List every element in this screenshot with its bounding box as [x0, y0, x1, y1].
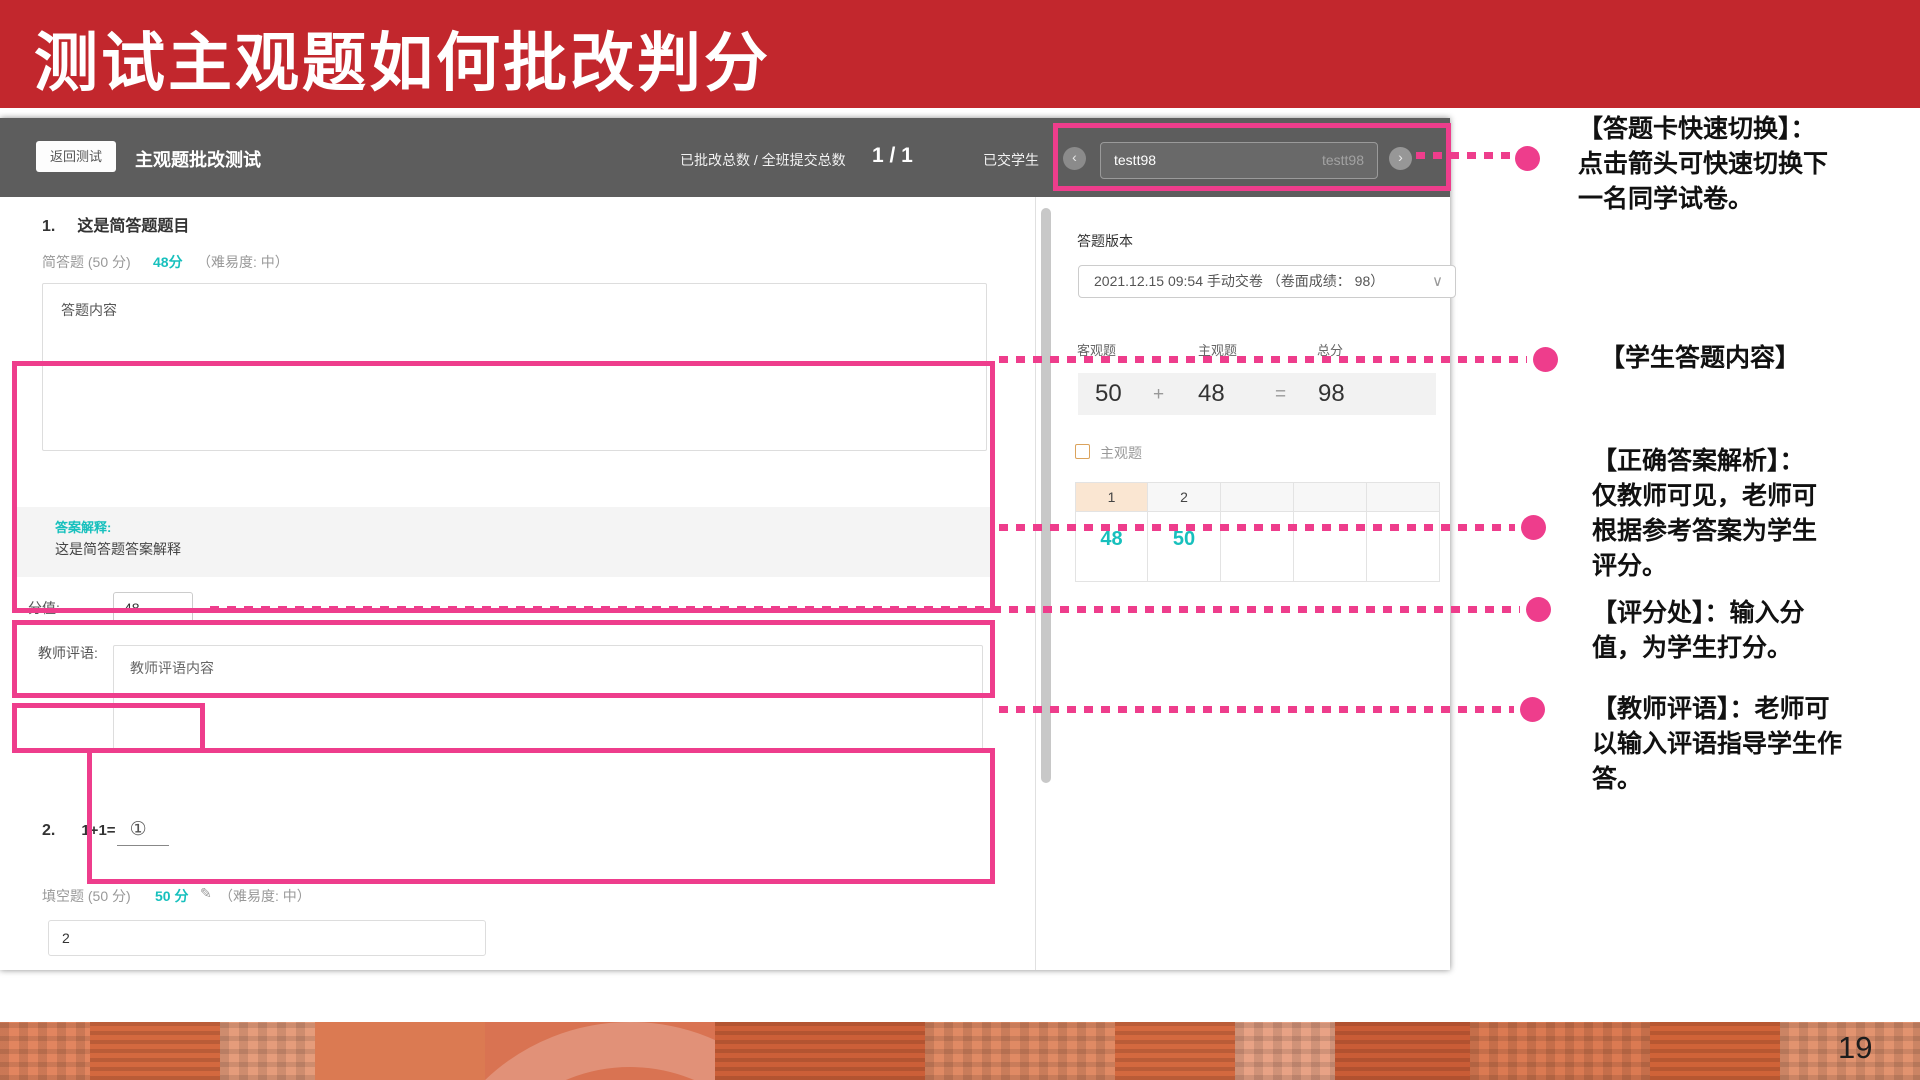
annotation-connector [1416, 152, 1512, 159]
annotation-connector [999, 706, 1514, 713]
building-shape [925, 1022, 1115, 1080]
table-header-cell [1367, 482, 1440, 512]
annotation-connector [210, 606, 1520, 613]
building-shape [1650, 1022, 1780, 1080]
question2-difficulty-label: （难易度: 中） [219, 886, 311, 906]
question1-heading: 1. 这是简答题题目 [42, 212, 189, 236]
equals-sign: = [1275, 384, 1286, 406]
slide-title: 测试主观题如何批改判分 [34, 12, 771, 104]
app-screenshot: 返回测试 主观题批改测试 已批改总数 / 全班提交总数 1 / 1 已交学生 ‹… [0, 118, 1450, 970]
blank-number-icon: ① [130, 819, 147, 840]
annotation-dot [1515, 146, 1540, 171]
table-score-cell [1367, 512, 1440, 582]
objective-score: 50 [1095, 380, 1122, 408]
subjective-checkbox[interactable] [1075, 444, 1090, 459]
question1-number: 1. [42, 218, 55, 235]
question2-answer-input [48, 920, 486, 956]
page-number: 19 [1838, 1030, 1872, 1066]
chevron-right-icon: › [1398, 149, 1403, 165]
question1-score-label: 48分 [153, 252, 183, 272]
panel-divider [1035, 197, 1036, 970]
student-name-ghost: testt98 [1322, 152, 1364, 168]
student-select-field[interactable]: testt98 testt98 [1100, 142, 1378, 179]
annotation-dot [1520, 697, 1545, 722]
question2-number: 2. [42, 822, 55, 839]
question2-score-label: 50 分 [155, 886, 188, 906]
back-to-test-button[interactable]: 返回测试 [36, 141, 116, 172]
table-score-cell [1294, 512, 1367, 582]
annotation-student-answer: 【学生答题内容】 [1600, 341, 1920, 376]
total-score: 98 [1318, 380, 1345, 408]
building-shape [1335, 1022, 1470, 1080]
question2-heading: 2. 1+1= ① [42, 818, 147, 841]
teacher-comment-textarea[interactable]: 教师评语内容 [113, 645, 983, 753]
score-summary-band: 50 + 48 = 98 [1078, 373, 1436, 415]
graded-stats-label: 已批改总数 / 全班提交总数 [680, 150, 846, 170]
answer-version-value: 2021.12.15 09:54 手动交卷 （卷面成绩： 98） [1094, 273, 1384, 289]
slide: 测试主观题如何批改判分 返回测试 主观题批改测试 已批改总数 / 全班提交总数 … [0, 0, 1920, 1080]
arc-shape [420, 1022, 750, 1080]
answer-explanation-text: 这是简答题答案解释 [55, 539, 181, 559]
score-input[interactable] [113, 592, 193, 624]
annotation-teacher-comment: 【教师评语】：老师可 以输入评语指导学生作 答。 [1592, 692, 1920, 797]
answer-version-label: 答题版本 [1077, 231, 1133, 251]
table-score-cell: 50 [1148, 512, 1221, 582]
chevron-left-icon: ‹ [1072, 149, 1077, 165]
table-header-cell [1294, 482, 1367, 512]
building-shape [90, 1022, 220, 1080]
building-shape [220, 1022, 315, 1080]
annotation-connector [999, 356, 1527, 363]
table-score-cell [1221, 512, 1294, 582]
question1-type-label: 简答题 (50 分) [42, 252, 131, 272]
app-toolbar: 返回测试 主观题批改测试 已批改总数 / 全班提交总数 1 / 1 已交学生 ‹… [0, 118, 1450, 197]
annotation-dot [1533, 347, 1558, 372]
annotation-scoring: 【评分处】：输入分 值，为学生打分。 [1592, 596, 1920, 666]
building-shape [715, 1022, 925, 1080]
edit-icon[interactable]: ✎ [200, 885, 212, 902]
building-shape [1470, 1022, 1650, 1080]
answer-version-dropdown[interactable]: 2021.12.15 09:54 手动交卷 （卷面成绩： 98） ∨ [1078, 265, 1456, 298]
slide-header: 测试主观题如何批改判分 [0, 0, 1920, 108]
annotation-dot [1526, 597, 1551, 622]
annotation-dot [1521, 515, 1546, 540]
question2-type-label: 填空题 (50 分) [42, 886, 131, 906]
scrollbar-thumb[interactable] [1041, 208, 1051, 783]
prev-student-button[interactable]: ‹ [1063, 147, 1086, 170]
student-answer-box: 答题内容 [42, 283, 987, 451]
question2-title: 1+1= [81, 822, 115, 839]
answer-explanation-block: 答案解释: 这是简答题答案解释 [17, 507, 990, 577]
answer-explanation-label: 答案解释: [55, 517, 111, 536]
student-answer-text: 答题内容 [61, 302, 117, 318]
plus-sign: + [1153, 384, 1164, 406]
graded-stats-value: 1 / 1 [872, 144, 913, 168]
footer-pattern [0, 1022, 1920, 1080]
student-name: testt98 [1114, 152, 1156, 168]
table-header-cell[interactable]: 2 [1148, 482, 1221, 512]
teacher-comment-label: 教师评语: [38, 643, 98, 663]
app-title: 主观题批改测试 [135, 146, 261, 172]
subjective-checkbox-label: 主观题 [1100, 443, 1142, 463]
next-student-button[interactable]: › [1389, 147, 1412, 170]
score-label: 分值: [28, 598, 60, 618]
annotation-student-switcher: 【答题卡快速切换】： 点击箭头可快速切换下 一名同学试卷。 [1578, 112, 1908, 217]
table-header-cell [1221, 482, 1294, 512]
building-shape [1115, 1022, 1235, 1080]
subjective-score-table: 1 2 48 50 [1075, 482, 1440, 582]
annotation-connector [999, 524, 1515, 531]
table-header-cell[interactable]: 1 [1075, 482, 1148, 512]
blank-underline [117, 845, 169, 846]
annotation-correct-answer: 【正确答案解析】： 仅教师可见，老师可 根据参考答案为学生 评分。 [1592, 444, 1920, 584]
question1-title: 这是简答题题目 [77, 218, 189, 235]
building-shape [0, 1022, 90, 1080]
table-score-cell: 48 [1075, 512, 1148, 582]
submitted-students-label: 已交学生 [983, 150, 1039, 170]
question1-difficulty-label: （难易度: 中） [197, 252, 289, 272]
subjective-score: 48 [1198, 380, 1225, 408]
building-shape [1235, 1022, 1335, 1080]
chevron-down-icon: ∨ [1432, 266, 1443, 297]
